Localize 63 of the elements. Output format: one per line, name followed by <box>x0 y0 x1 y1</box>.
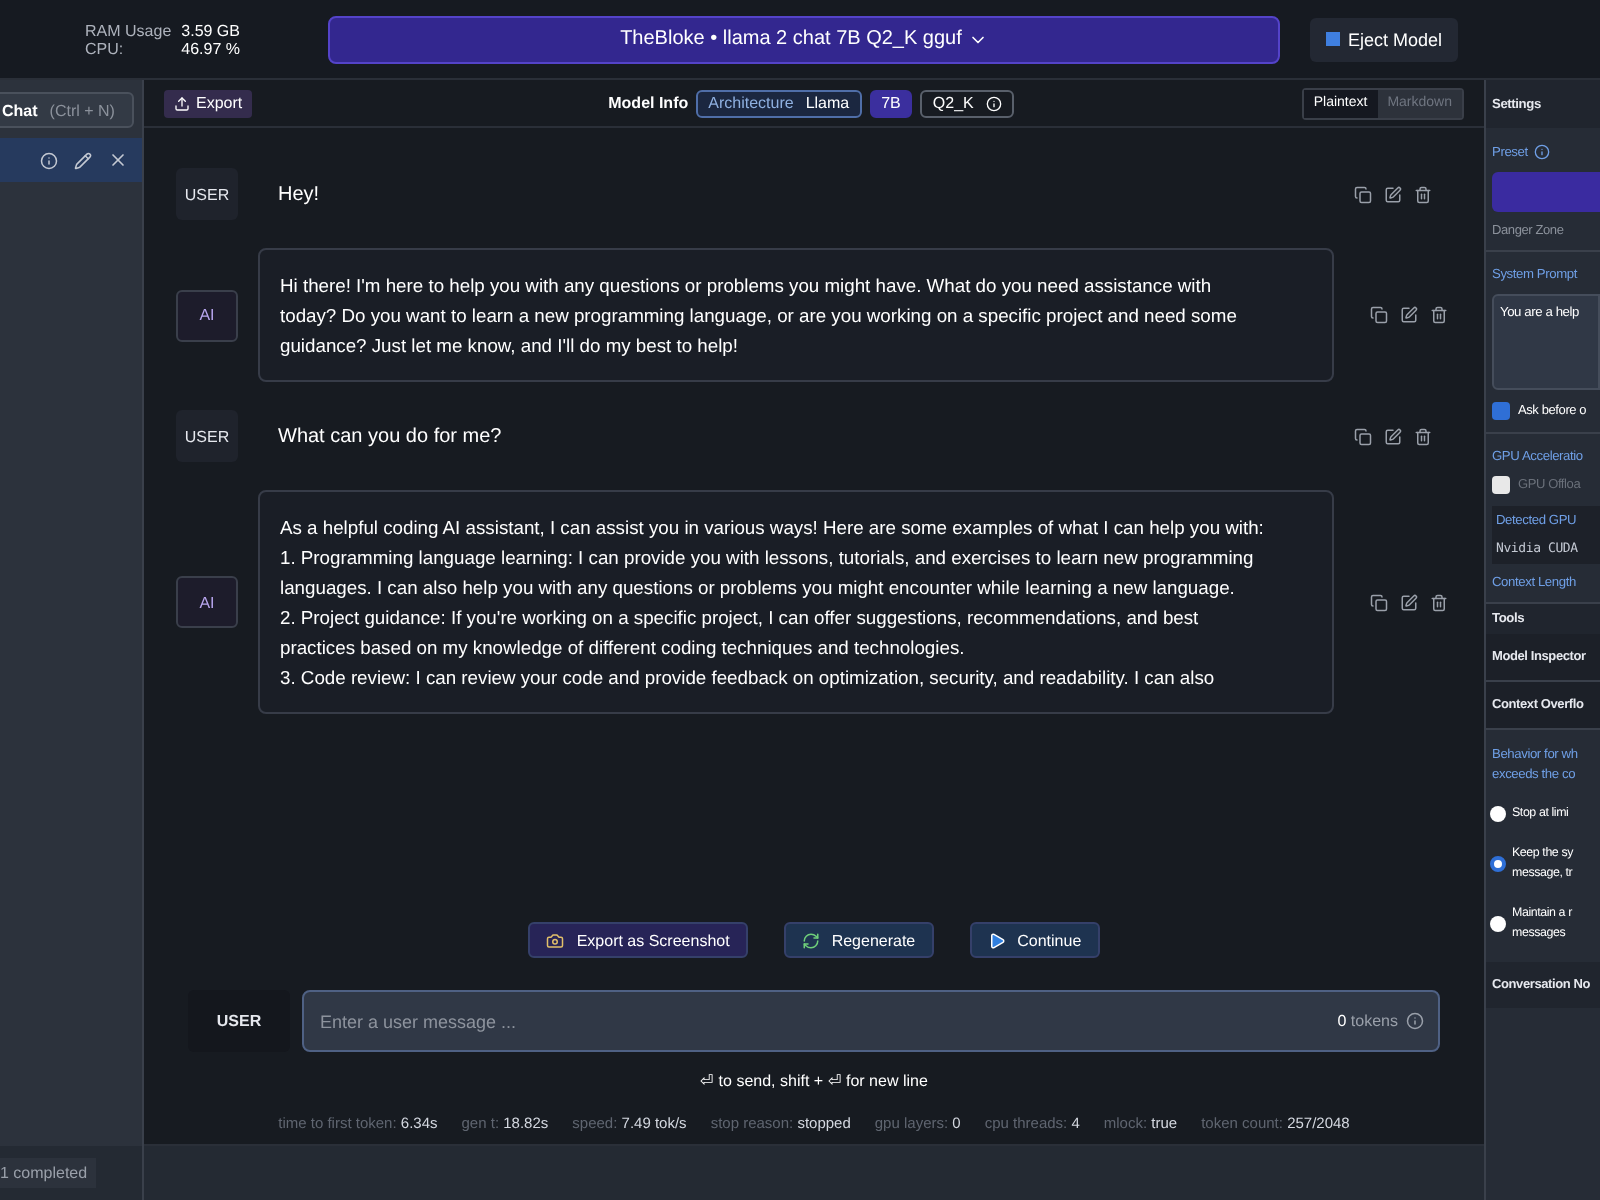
trash-icon[interactable] <box>1430 593 1448 611</box>
message-text: 2. Project guidance: If you're working on a specific project, I can offer suggestions, recommendations, and best <box>280 604 1201 632</box>
message-text: Hi there! I'm here to help you with any questions or problems you might have. What do you need assistance with <box>280 272 1214 300</box>
action-button[interactable]: Export as Screenshot <box>528 922 748 958</box>
message-text: 3. Code review: I can review your code and provide feedback on optimization, security, and readability. I can also <box>280 664 1217 692</box>
cpu-label: CPU: <box>85 39 126 57</box>
eject-button[interactable]: Eject Model <box>1310 17 1459 61</box>
upload-icon <box>174 95 190 111</box>
new-chat-button[interactable]: Chat (Ctrl + N) <box>0 92 134 128</box>
role-label: USER <box>176 410 238 462</box>
action-button[interactable]: Continue <box>969 922 1100 958</box>
edit-icon[interactable] <box>1384 427 1402 445</box>
size-tag: 7B <box>869 89 913 117</box>
trash-icon[interactable] <box>1430 306 1448 324</box>
quant-tag: Q2_K <box>920 89 1014 117</box>
role-label: USER <box>176 168 238 220</box>
play-icon <box>987 931 1006 949</box>
radio-button[interactable] <box>1490 856 1506 872</box>
ram-label: RAM Usage <box>85 21 172 39</box>
checkbox[interactable] <box>1492 402 1510 420</box>
radio-button[interactable] <box>1490 916 1506 932</box>
edit-icon[interactable] <box>1400 306 1418 324</box>
info-icon[interactable] <box>40 151 58 169</box>
ram-value: 3.59 GB <box>181 21 240 39</box>
message-text: What can you do for me? <box>276 425 504 447</box>
trash-icon[interactable] <box>1414 185 1432 203</box>
message-text: languages. I can also help you with any questions or problems you might encounter while learning a new language. <box>280 574 1237 602</box>
info-icon <box>1406 1012 1424 1030</box>
edit-icon[interactable] <box>1400 593 1418 611</box>
role-label: USER <box>188 990 290 1052</box>
close-icon[interactable] <box>108 150 128 170</box>
square-icon <box>1326 32 1340 46</box>
message-text: Hey! <box>276 183 322 205</box>
message-text: guidance? Just let me know, and I'll do my best to help! <box>280 332 741 360</box>
cpu-value: 46.97 % <box>181 39 240 57</box>
action-button[interactable]: Regenerate <box>783 922 934 958</box>
checkbox[interactable] <box>1492 476 1510 494</box>
architecture-tag: Architecture Llama <box>696 89 862 117</box>
hint-text: ⏎ to send, shift + ⏎ for new line <box>698 1072 930 1090</box>
info-icon <box>985 95 1002 111</box>
message-text: today? Do you want to learn a new programming language, or are you working on a specific project and need some <box>280 302 1239 330</box>
pencil-icon[interactable] <box>74 151 92 169</box>
message-text: 1. Programming language learning: I can provide you with lessons, tutorials, and exercises to learn new programming <box>280 544 1256 572</box>
message-text: practices based on my knowledge of different coding techniques and technologies. <box>280 634 967 662</box>
role-label: AI <box>176 576 238 628</box>
message-text: As a helpful coding AI assistant, I can assist you in various ways! Here are some examples of what I can help you with: <box>280 514 1266 542</box>
copy-icon[interactable] <box>1370 593 1388 611</box>
role-label: AI <box>176 289 238 341</box>
token-count: 0 tokens <box>1337 1012 1398 1030</box>
model-selector[interactable]: TheBloke • llama 2 chat 7B Q2_K gguf <box>328 15 1280 63</box>
model-info-label: Model Info <box>608 94 689 112</box>
refresh-icon <box>801 931 820 949</box>
chat-item[interactable] <box>0 138 142 182</box>
copy-icon[interactable] <box>1354 185 1372 203</box>
copy-icon[interactable] <box>1354 427 1372 445</box>
edit-icon[interactable] <box>1384 185 1402 203</box>
status-text: 1 completed <box>0 1158 96 1188</box>
trash-icon[interactable] <box>1414 427 1432 445</box>
camera-icon <box>546 931 565 949</box>
info-icon <box>1533 144 1550 160</box>
export-button[interactable]: Export <box>164 89 253 117</box>
copy-icon[interactable] <box>1370 306 1388 324</box>
radio-button[interactable] <box>1490 806 1506 822</box>
